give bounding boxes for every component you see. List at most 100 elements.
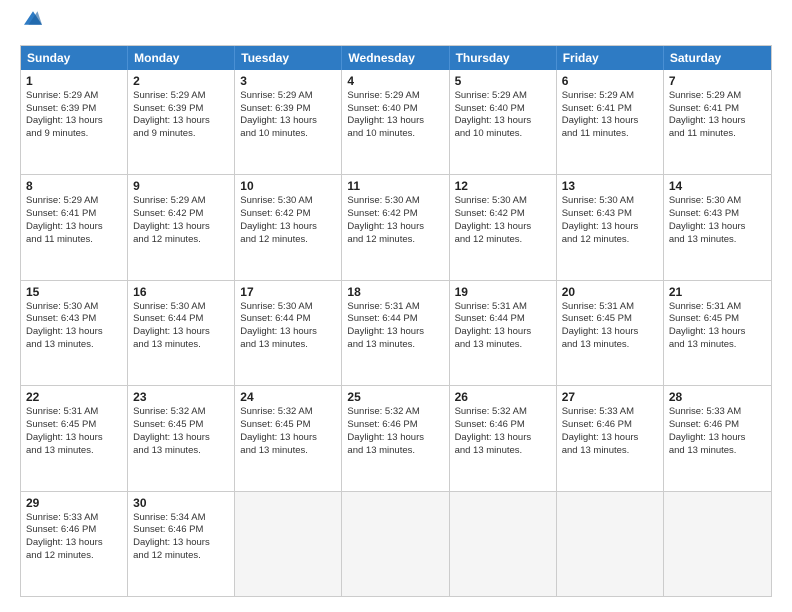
cell-info-line: Sunrise: 5:29 AM <box>26 90 122 103</box>
cell-info-line: Daylight: 13 hours <box>26 115 122 128</box>
cell-info-line: Daylight: 13 hours <box>26 221 122 234</box>
cell-info-line: Sunrise: 5:30 AM <box>669 195 766 208</box>
day-cell-22: 22Sunrise: 5:31 AMSunset: 6:45 PMDayligh… <box>21 386 128 490</box>
day-number: 14 <box>669 179 766 193</box>
cell-info-line: Sunset: 6:43 PM <box>669 208 766 221</box>
weekday-header-thursday: Thursday <box>450 46 557 70</box>
cell-info-line: Sunrise: 5:29 AM <box>26 195 122 208</box>
cell-info-line: Sunrise: 5:30 AM <box>133 301 229 314</box>
day-cell-21: 21Sunrise: 5:31 AMSunset: 6:45 PMDayligh… <box>664 281 771 385</box>
cell-info-line: Sunrise: 5:30 AM <box>26 301 122 314</box>
cell-info-line: Sunset: 6:42 PM <box>133 208 229 221</box>
empty-cell-4-3 <box>342 492 449 596</box>
cell-info-line: Sunrise: 5:31 AM <box>669 301 766 314</box>
day-number: 18 <box>347 285 443 299</box>
weekday-header-sunday: Sunday <box>21 46 128 70</box>
day-cell-17: 17 Sunrise: 5:30 AMSunset: 6:44 PMDayligh… <box>235 281 342 385</box>
cell-info-line: and 13 minutes. <box>455 445 551 458</box>
cell-info-line: and 13 minutes. <box>455 339 551 352</box>
calendar-body: 1Sunrise: 5:29 AMSunset: 6:39 PMDaylight… <box>21 70 771 596</box>
cell-info-line: Sunset: 6:42 PM <box>455 208 551 221</box>
day-number: 16 <box>133 285 229 299</box>
cell-info-line: and 13 minutes. <box>669 234 766 247</box>
cell-info-line: Sunset: 6:39 PM <box>26 103 122 116</box>
cell-info-line: and 13 minutes. <box>669 339 766 352</box>
day-number: 22 <box>26 390 122 404</box>
cell-info-line: Sunset: 6:46 PM <box>347 419 443 432</box>
cell-info-line: and 10 minutes. <box>347 128 443 141</box>
cell-info-line: Sunrise: 5:31 AM <box>455 301 551 314</box>
cell-info-line: and 13 minutes. <box>562 445 658 458</box>
cell-info-line: Sunset: 6:46 PM <box>455 419 551 432</box>
day-cell-12: 12Sunrise: 5:30 AMSunset: 6:42 PMDayligh… <box>450 175 557 279</box>
cell-info-line: and 11 minutes. <box>669 128 766 141</box>
cell-info-line: Sunset: 6:39 PM <box>133 103 229 116</box>
cell-info-line: Daylight: 13 hours <box>240 326 336 339</box>
day-number: 29 <box>26 496 122 510</box>
cell-info-line: Sunset: 6:44 PM <box>455 313 551 326</box>
cell-info-line: Sunrise: 5:29 AM <box>562 90 658 103</box>
empty-cell-4-6 <box>664 492 771 596</box>
day-cell-9: 9Sunrise: 5:29 AMSunset: 6:42 PMDaylight… <box>128 175 235 279</box>
day-cell-15: 15Sunrise: 5:30 AMSunset: 6:43 PMDayligh… <box>21 281 128 385</box>
cell-info-line: Daylight: 13 hours <box>347 221 443 234</box>
day-number: 17 <box>240 285 336 299</box>
day-cell-5: 5Sunrise: 5:29 AMSunset: 6:40 PMDaylight… <box>450 70 557 174</box>
day-number: 3 <box>240 74 336 88</box>
day-cell-1: 1Sunrise: 5:29 AMSunset: 6:39 PMDaylight… <box>21 70 128 174</box>
day-cell-11: 11Sunrise: 5:30 AMSunset: 6:42 PMDayligh… <box>342 175 449 279</box>
cell-info-line: Daylight: 13 hours <box>240 115 336 128</box>
cell-info-line: Daylight: 13 hours <box>562 115 658 128</box>
day-number: 8 <box>26 179 122 193</box>
day-cell-24: 24Sunrise: 5:32 AMSunset: 6:45 PMDayligh… <box>235 386 342 490</box>
cell-info-line: Sunrise: 5:33 AM <box>26 512 122 525</box>
day-cell-27: 27Sunrise: 5:33 AMSunset: 6:46 PMDayligh… <box>557 386 664 490</box>
day-cell-30: 30Sunrise: 5:34 AMSunset: 6:46 PMDayligh… <box>128 492 235 596</box>
cell-info-line: Daylight: 13 hours <box>455 221 551 234</box>
cell-info-line: Sunset: 6:45 PM <box>562 313 658 326</box>
cell-info-line: Sunrise: 5:30 AM <box>240 301 336 314</box>
day-cell-14: 14Sunrise: 5:30 AMSunset: 6:43 PMDayligh… <box>664 175 771 279</box>
cell-info-line: Sunset: 6:42 PM <box>240 208 336 221</box>
cell-info-line: and 12 minutes. <box>133 550 229 563</box>
cell-info-line: Daylight: 13 hours <box>240 432 336 445</box>
cell-info-line: Daylight: 13 hours <box>669 432 766 445</box>
cell-info-line: and 10 minutes. <box>455 128 551 141</box>
cell-info-line: Daylight: 13 hours <box>133 326 229 339</box>
day-cell-10: 10Sunrise: 5:30 AMSunset: 6:42 PMDayligh… <box>235 175 342 279</box>
cell-info-line: Sunset: 6:39 PM <box>240 103 336 116</box>
day-number: 23 <box>133 390 229 404</box>
cell-info-line: Sunrise: 5:32 AM <box>133 406 229 419</box>
day-number: 13 <box>562 179 658 193</box>
cell-info-line: Sunset: 6:44 PM <box>240 313 336 326</box>
cell-info-line: Daylight: 13 hours <box>133 221 229 234</box>
empty-cell-4-2 <box>235 492 342 596</box>
day-cell-6: 6Sunrise: 5:29 AMSunset: 6:41 PMDaylight… <box>557 70 664 174</box>
day-cell-7: 7Sunrise: 5:29 AMSunset: 6:41 PMDaylight… <box>664 70 771 174</box>
day-cell-16: 16 Sunrise: 5:30 AMSunset: 6:44 PMDayligh… <box>128 281 235 385</box>
cell-info-line: Sunrise: 5:31 AM <box>347 301 443 314</box>
cell-info-line: Sunrise: 5:29 AM <box>455 90 551 103</box>
cell-info-line: Sunset: 6:44 PM <box>133 313 229 326</box>
day-number: 20 <box>562 285 658 299</box>
cell-info-line: and 13 minutes. <box>133 339 229 352</box>
calendar-row-2: 8Sunrise: 5:29 AMSunset: 6:41 PMDaylight… <box>21 174 771 279</box>
cell-info-line: and 12 minutes. <box>562 234 658 247</box>
cell-info-line: and 13 minutes. <box>240 445 336 458</box>
calendar: SundayMondayTuesdayWednesdayThursdayFrid… <box>20 45 772 597</box>
day-cell-28: 28Sunrise: 5:33 AMSunset: 6:46 PMDayligh… <box>664 386 771 490</box>
cell-info-line: Sunrise: 5:32 AM <box>240 406 336 419</box>
cell-info-line: and 11 minutes. <box>26 234 122 247</box>
day-number: 6 <box>562 74 658 88</box>
cell-info-line: Sunrise: 5:29 AM <box>240 90 336 103</box>
cell-info-line: and 13 minutes. <box>26 445 122 458</box>
day-number: 26 <box>455 390 551 404</box>
cell-info-line: Daylight: 13 hours <box>669 326 766 339</box>
cell-info-line: Sunrise: 5:29 AM <box>347 90 443 103</box>
weekday-header-friday: Friday <box>557 46 664 70</box>
cell-info-line: and 13 minutes. <box>669 445 766 458</box>
cell-info-line: and 11 minutes. <box>562 128 658 141</box>
cell-info-line: Sunrise: 5:33 AM <box>562 406 658 419</box>
cell-info-line: Daylight: 13 hours <box>347 115 443 128</box>
cell-info-line: Sunrise: 5:32 AM <box>455 406 551 419</box>
